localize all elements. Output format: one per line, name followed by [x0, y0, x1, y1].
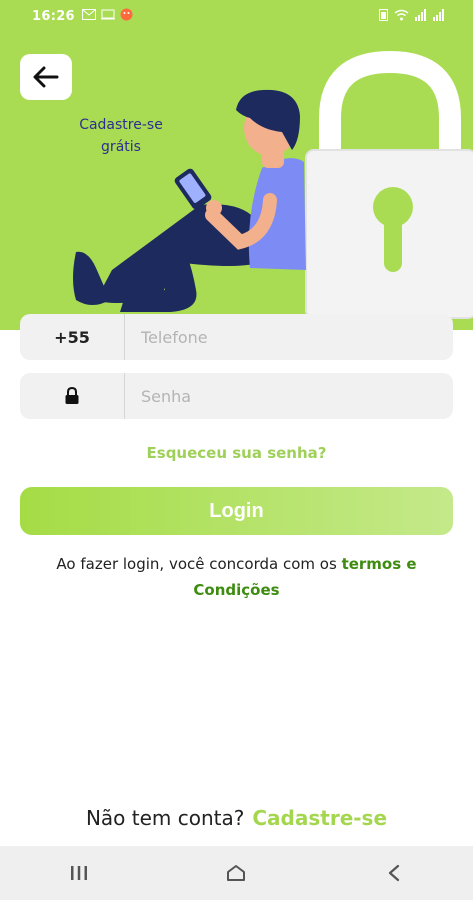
terms-link-part2[interactable]: Condições — [193, 581, 279, 599]
no-account-text: Não tem conta? — [85, 806, 245, 830]
signup-free-caption: Cadastre-se grátis — [58, 114, 184, 158]
nav-home-button[interactable] — [206, 853, 266, 893]
password-field[interactable] — [20, 373, 453, 419]
hero-banner: 16:26 Cadastre-se grátis — [0, 0, 473, 330]
system-navigation-bar — [0, 846, 473, 900]
emoji-icon — [120, 8, 133, 21]
wifi-icon — [394, 9, 409, 20]
no-account-row: Não tem conta? Cadastre-se — [0, 806, 473, 830]
nav-recents-icon — [70, 866, 87, 880]
signup-free-line1: Cadastre-se — [79, 117, 163, 133]
nav-recents-button[interactable] — [49, 853, 109, 893]
phone-field[interactable]: +55 — [20, 314, 453, 360]
terms-text: Ao fazer login, você concorda com os ter… — [0, 551, 473, 603]
signup-free-line2: grátis — [101, 139, 141, 155]
system-icons — [379, 8, 445, 21]
notification-icons — [82, 8, 133, 21]
back-arrow-icon — [33, 66, 59, 88]
lock-icon — [65, 387, 79, 404]
screen-icon — [101, 9, 115, 20]
phone-input[interactable] — [139, 316, 433, 358]
signup-link[interactable]: Cadastre-se — [252, 806, 387, 830]
terms-prefix: Ao fazer login, você concorda com os — [56, 555, 342, 573]
status-time: 16:26 — [32, 9, 75, 24]
battery-icon — [379, 9, 388, 21]
terms-link-part1[interactable]: termos e — [342, 555, 417, 573]
forgot-password-link[interactable]: Esqueceu sua senha? — [0, 444, 473, 462]
lock-icon-cell — [20, 373, 125, 419]
back-button[interactable] — [20, 54, 72, 100]
signal-icon-2 — [433, 8, 444, 21]
nav-back-button[interactable] — [364, 853, 424, 893]
password-input[interactable] — [139, 375, 433, 417]
signal-icon-1 — [415, 8, 426, 21]
nav-home-icon — [227, 865, 246, 881]
status-bar: 16:26 — [0, 0, 473, 34]
login-button[interactable]: Login — [20, 487, 453, 535]
country-code[interactable]: +55 — [20, 314, 125, 360]
mail-icon — [82, 9, 96, 20]
nav-back-icon — [389, 864, 400, 882]
padlock-person-illustration — [73, 50, 473, 319]
